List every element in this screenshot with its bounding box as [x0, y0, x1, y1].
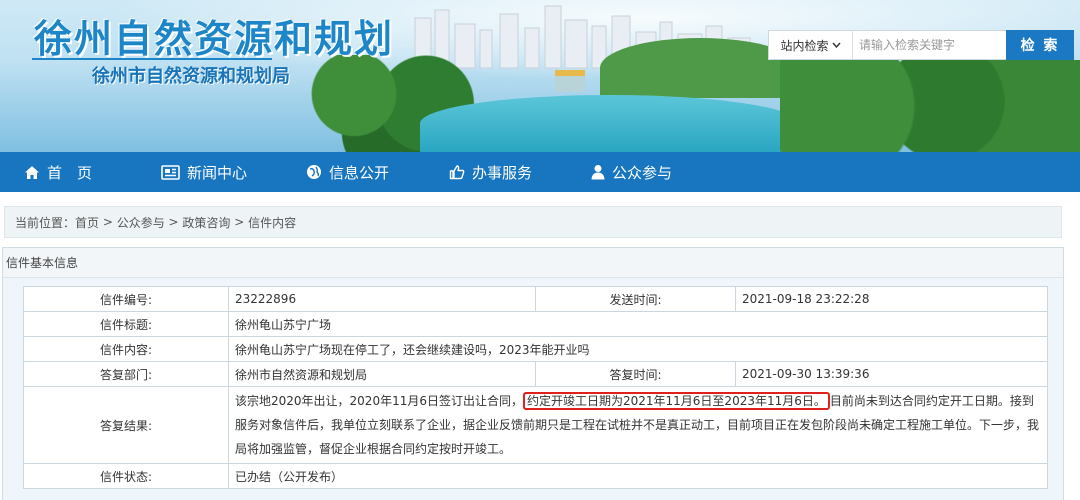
site-title-underline [32, 58, 272, 60]
reply-time-value: 2021-09-30 13:39:36 [735, 361, 1048, 387]
letter-content-label: 信件内容: [23, 336, 229, 362]
breadcrumb-current: 信件内容 [248, 215, 297, 230]
nav-item-label: 首 页 [47, 163, 93, 182]
search-input[interactable] [853, 31, 991, 59]
nav-item-news[interactable]: 新闻中心 [160, 152, 247, 192]
table-row: 信件标题: 徐州龟山苏宁广场 [23, 311, 1048, 337]
nav-item-label: 新闻中心 [187, 163, 248, 182]
site-title: 徐州自然资源和规划 [34, 17, 395, 61]
thumbs-up-icon [449, 165, 465, 180]
globe-icon [307, 165, 321, 179]
nav-item-public-participation[interactable]: 公众参与 [591, 152, 672, 192]
breadcrumb-policy-consultation[interactable]: 政策咨询 [182, 214, 230, 231]
site-subtitle: 徐州市自然资源和规划局 [92, 66, 290, 87]
breadcrumb-separator: > [230, 215, 249, 229]
reply-result-value: 该宗地2020年出让，2020年11月6日签订出让合同， 约定开竣工日期为2021… [228, 386, 1048, 464]
chevron-down-icon [831, 42, 841, 48]
nav-item-label: 办事服务 [472, 163, 533, 182]
table-row: 信件编号: 23222896 发送时间: 2021-09-18 23:22:28 [23, 286, 1048, 312]
search-scope-dropdown[interactable]: 站内检索 [769, 31, 853, 59]
main-nav: 首 页 新闻中心 信息公开 办事服务 公众参与 [0, 152, 1080, 192]
table-row: 信件状态: 已办结（公开发布） [23, 463, 1048, 489]
search-button[interactable]: 检 索 [1006, 30, 1074, 60]
reply-highlighted-dates: 约定开竣工日期为2021年11月6日至2023年11月6日。 [522, 392, 830, 410]
letter-title-value: 徐州龟山苏宁广场 [228, 311, 1048, 337]
send-time-value: 2021-09-18 23:22:28 [735, 286, 1048, 312]
search-scope-label: 站内检索 [780, 38, 829, 53]
user-icon [591, 165, 605, 180]
newspaper-icon [161, 164, 180, 180]
breadcrumb-home[interactable]: 首页 [75, 214, 99, 231]
breadcrumb-separator: > [99, 215, 117, 229]
breadcrumb-prefix: 当前位置： [15, 215, 76, 230]
reply-time-label: 答复时间: [535, 361, 736, 387]
breadcrumb-public-participation[interactable]: 公众参与 [117, 214, 165, 231]
table-row: 答复结果: 该宗地2020年出让，2020年11月6日签订出让合同， 约定开竣工日… [23, 386, 1048, 464]
table-row: 信件内容: 徐州龟山苏宁广场现在停工了，还会继续建设吗，2023年能开业吗 [23, 336, 1048, 362]
nav-item-info-disclosure[interactable]: 信息公开 [306, 152, 389, 192]
nav-item-home[interactable]: 首 页 [24, 152, 92, 192]
table-row: 答复部门: 徐州市自然资源和规划局 答复时间: 2021-09-30 13:39… [23, 361, 1048, 387]
letter-info-panel: 信件基本信息 信件编号: 23222896 发送时间: 2021-09-18 2… [2, 247, 1064, 500]
reply-text-part1: 该宗地2020年出让，2020年11月6日签订出让合同， [235, 394, 523, 408]
letter-no-value: 23222896 [228, 286, 536, 312]
reply-dept-label: 答复部门: [23, 361, 229, 387]
nav-item-label: 公众参与 [612, 163, 673, 182]
status-label: 信件状态: [23, 463, 229, 489]
panel-body: 信件编号: 23222896 发送时间: 2021-09-18 23:22:28… [3, 278, 1063, 500]
search-box: 站内检索 检 索 [768, 30, 1074, 60]
status-value: 已办结（公开发布） [228, 463, 1048, 489]
letter-no-label: 信件编号: [23, 286, 229, 312]
letter-info-table: 信件编号: 23222896 发送时间: 2021-09-18 23:22:28… [23, 286, 1048, 489]
header-banner: 徐州自然资源和规划 徐州市自然资源和规划局 站内检索 检 索 [0, 0, 1080, 152]
banner-pavilion [555, 70, 585, 92]
letter-title-label: 信件标题: [23, 311, 229, 337]
breadcrumb-separator: > [164, 215, 183, 229]
reply-result-label: 答复结果: [23, 386, 229, 464]
send-time-label: 发送时间: [535, 286, 736, 312]
banner-trees-right [780, 60, 1080, 152]
home-icon [25, 165, 39, 179]
panel-title: 信件基本信息 [3, 248, 1063, 278]
nav-item-label: 信息公开 [329, 163, 390, 182]
nav-item-services[interactable]: 办事服务 [449, 152, 532, 192]
banner-lake [420, 95, 800, 152]
letter-content-value: 徐州龟山苏宁广场现在停工了，还会继续建设吗，2023年能开业吗 [228, 336, 1048, 362]
reply-dept-value: 徐州市自然资源和规划局 [228, 361, 536, 387]
breadcrumb: 当前位置： 首页 > 公众参与 > 政策咨询 > 信件内容 [4, 206, 1062, 238]
